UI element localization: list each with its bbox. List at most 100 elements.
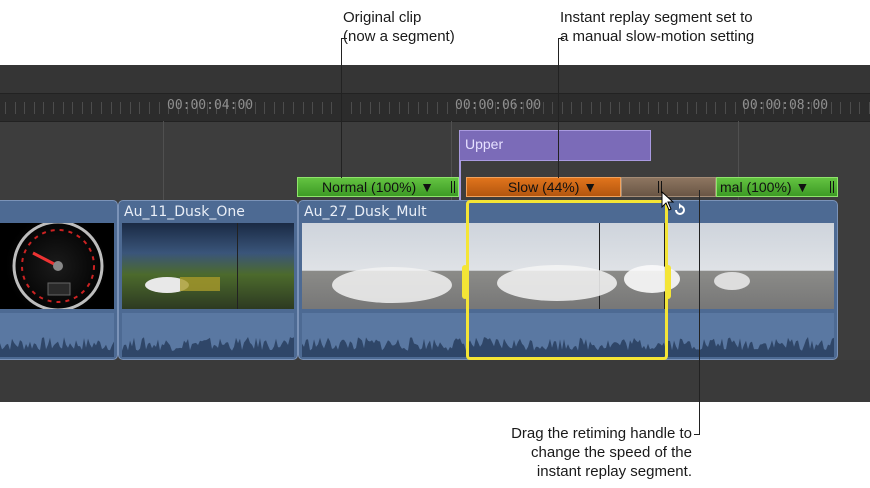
- callout-original-clip: Original clip (now a segment): [343, 8, 455, 46]
- ruler-tick: [629, 102, 630, 114]
- ruler-tick: [63, 102, 64, 114]
- ruler-tick: [600, 102, 601, 114]
- ruler-tick: [715, 102, 716, 114]
- clip-thumbnail: [122, 223, 238, 309]
- timeline-empty-lane: [0, 360, 870, 402]
- ruler-tick: [43, 102, 44, 114]
- car-silhouette-icon: [145, 277, 220, 293]
- callout-line: (now a segment): [343, 28, 455, 45]
- ruler-tick: [399, 102, 400, 114]
- timecode-4s: 00:00:04:00: [167, 98, 254, 113]
- ruler-tick: [149, 102, 150, 114]
- timeline-clip[interactable]: Au_11_Dusk_One: [118, 200, 298, 360]
- ruler-tick: [34, 102, 35, 114]
- ruler-tick: [312, 102, 313, 114]
- selection-right-handle[interactable]: [665, 265, 671, 299]
- ruler-tick: [687, 102, 688, 114]
- callout-line: Drag the retiming handle to: [511, 425, 692, 442]
- ruler-tick: [82, 102, 83, 114]
- ruler-tick: [648, 102, 649, 114]
- ruler-tick: [331, 102, 332, 114]
- ruler-tick: [322, 102, 323, 114]
- callout-leader-original-tick: [341, 38, 347, 39]
- ruler-tick: [831, 102, 832, 114]
- callout-drag-handle: Drag the retiming handle to change the s…: [470, 424, 692, 481]
- ruler-tick: [379, 102, 380, 114]
- retime-speed-menu[interactable]: mal (100%) ▼: [720, 179, 809, 195]
- waveform-path: [122, 337, 294, 357]
- ruler-tick: [293, 102, 294, 114]
- ruler-tick: [139, 102, 140, 114]
- ruler-tick: [408, 102, 409, 114]
- ruler-tick: [418, 102, 419, 114]
- ruler-tick: [370, 102, 371, 114]
- instant-replay-selection[interactable]: [466, 200, 668, 360]
- clip-thumbnail: [0, 223, 114, 309]
- connected-clip-label: Upper: [465, 136, 504, 152]
- ruler-tick: [610, 102, 611, 114]
- ruler-tick: [859, 102, 860, 114]
- retime-speed-menu[interactable]: Normal (100%) ▼: [322, 179, 434, 195]
- clip-name: Au_11_Dusk_One: [124, 204, 245, 220]
- timecode-6s: 00:00:06:00: [455, 98, 542, 113]
- ruler-tick: [53, 102, 54, 114]
- ruler-tick: [571, 102, 572, 114]
- ruler-tick: [274, 102, 275, 114]
- retime-segment-normal-right[interactable]: mal (100%) ▼: [716, 177, 838, 197]
- segment-grip-icon[interactable]: [451, 181, 455, 193]
- retime-handle-icon[interactable]: [673, 203, 687, 217]
- speedometer-icon: [12, 223, 104, 309]
- ruler-tick: [120, 102, 121, 114]
- retime-segment-slow[interactable]: Slow (44%) ▼: [466, 177, 621, 197]
- ruler-tick: [437, 102, 438, 114]
- timeline-ruler[interactable]: 00:00:04:00 00:00:06:00 00:00:08:00: [0, 93, 870, 122]
- clip-thumbnail: [238, 223, 294, 309]
- ruler-tick: [447, 102, 448, 114]
- callout-leader-replay: [558, 38, 559, 178]
- ruler-tick: [360, 102, 361, 114]
- callout-leader-drag-tick: [694, 434, 700, 435]
- retime-speed-menu[interactable]: Slow (44%) ▼: [508, 179, 597, 195]
- connected-clip-upper[interactable]: Upper: [459, 130, 651, 161]
- timeline[interactable]: 00:00:04:00 00:00:06:00 00:00:08:00 Uppe…: [0, 65, 870, 402]
- callout-leader-replay-tick: [558, 38, 564, 39]
- ruler-tick: [562, 102, 563, 114]
- ruler-tick: [658, 102, 659, 114]
- timeline-clip[interactable]: [0, 200, 118, 360]
- ruler-tick: [283, 102, 284, 114]
- ruler-tick: [619, 102, 620, 114]
- callout-line: instant replay segment.: [536, 463, 692, 480]
- callout-line: change the speed of the: [531, 444, 692, 461]
- ruler-tick: [389, 102, 390, 114]
- ruler-tick: [24, 102, 25, 114]
- clip-audio-waveform: [0, 313, 114, 357]
- waveform-path: [0, 337, 114, 357]
- ruler-tick: [15, 102, 16, 114]
- ruler-tick: [840, 102, 841, 114]
- ruler-tick: [159, 102, 160, 114]
- callout-leader-drag: [699, 190, 700, 435]
- callout-line: Original clip: [343, 9, 422, 26]
- clip-filmstrip: [0, 223, 114, 309]
- ruler-tick: [351, 102, 352, 114]
- ruler-tick: [725, 102, 726, 114]
- timecode-8s: 00:00:08:00: [742, 98, 829, 113]
- segment-grip-icon[interactable]: [830, 181, 834, 193]
- selection-left-handle[interactable]: [462, 265, 468, 299]
- clip-filmstrip: [122, 223, 294, 309]
- ruler-tick: [130, 102, 131, 114]
- timeline-header-bar: [0, 65, 870, 93]
- ruler-tick: [850, 102, 851, 114]
- ruler-tick: [427, 102, 428, 114]
- ruler-tick: [91, 102, 92, 114]
- callout-line: a manual slow-motion setting: [560, 28, 755, 45]
- ruler-tick: [303, 102, 304, 114]
- ruler-tick: [667, 102, 668, 114]
- ruler-tick: [706, 102, 707, 114]
- ruler-tick: [255, 102, 256, 114]
- retime-segment-normal-left[interactable]: Normal (100%) ▼: [297, 177, 459, 197]
- ruler-tick: [543, 102, 544, 114]
- ruler-tick: [639, 102, 640, 114]
- clip-name: Au_27_Dusk_Mult: [304, 204, 427, 220]
- ruler-tick: [581, 102, 582, 114]
